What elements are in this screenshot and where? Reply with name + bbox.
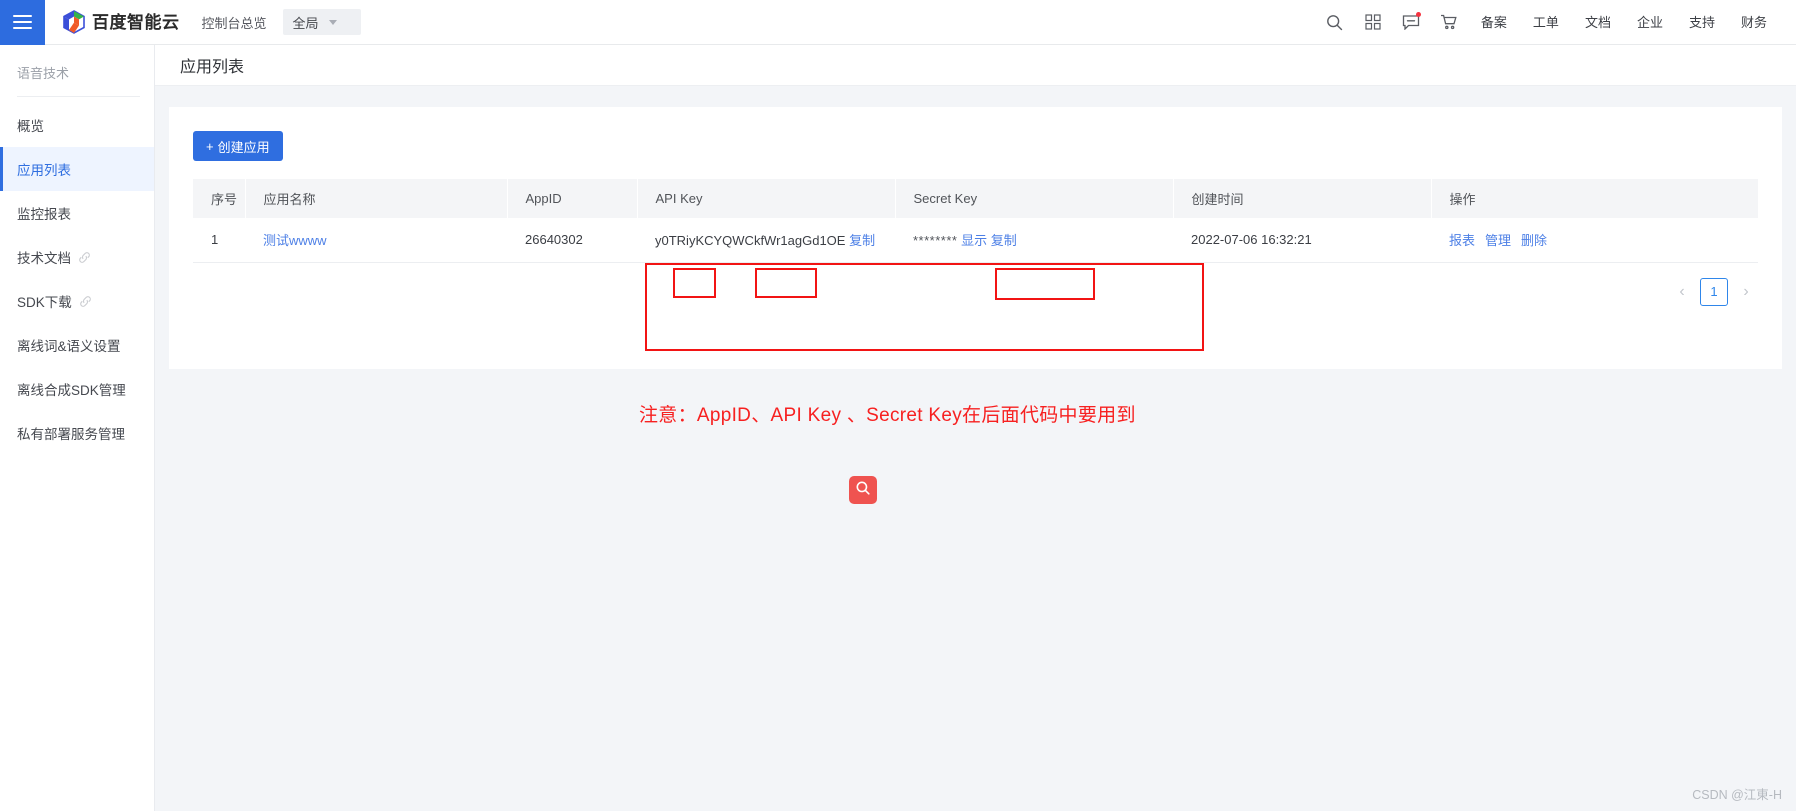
header-link-beian[interactable]: 备案 [1468,0,1520,45]
sidebar-item-label: 应用列表 [17,163,71,178]
sidebar-item-offline-tts-sdk[interactable]: 离线合成SDK管理 [0,367,154,411]
brand-name: 百度智能云 [92,12,180,32]
header-link-support[interactable]: 支持 [1676,0,1728,45]
header-link-ticket[interactable]: 工单 [1520,0,1572,45]
app-list-table: 序号 应用名称 AppID API Key Secret Key 创建时间 操作… [193,179,1758,263]
delete-link[interactable]: 删除 [1521,230,1547,249]
cell-created-at: 2022-07-06 16:32:21 [1173,218,1431,263]
api-key-copy-link[interactable]: 复制 [849,233,875,248]
baidu-cloud-logo-icon [63,10,85,34]
pagination-next-icon[interactable]: › [1740,283,1752,300]
sidebar-item-label: 离线合成SDK管理 [17,383,126,398]
app-list-card: + 创建应用 序号 应用名称 AppID API Key Secret Key … [169,107,1782,369]
cell-app-id: 26640302 [507,218,637,263]
sidebar-item-label: SDK下载 [17,295,72,310]
cart-icon[interactable] [1430,0,1468,45]
sidebar-item-app-list[interactable]: 应用列表 [0,147,154,191]
red-search-button[interactable] [849,476,877,504]
header-link-docs[interactable]: 文档 [1572,0,1624,45]
hamburger-icon[interactable] [0,0,45,45]
column-header-operations: 操作 [1431,179,1758,218]
secret-key-show-link[interactable]: 显示 [961,233,987,248]
sidebar-item-label: 离线词&语义设置 [17,339,121,354]
sidebar-item-offline-semantics[interactable]: 离线词&语义设置 [0,323,154,367]
sidebar-item-monitor-report[interactable]: 监控报表 [0,191,154,235]
api-key-value: y0TRiyKCYQWCkfWr1agGd1OE [655,233,846,249]
plus-icon: + [206,138,214,154]
app-name-link[interactable]: 测试wwww [263,233,327,248]
create-app-button-label: 创建应用 [217,139,270,155]
column-header-secretkey: Secret Key [895,179,1174,218]
pagination-prev-icon[interactable]: ‹ [1676,283,1688,300]
create-app-button[interactable]: + 创建应用 [193,131,283,161]
annotation-note-text: 注意：AppID、API Key 、Secret Key在后面代码中要用到 [639,405,1136,426]
cell-api-key: y0TRiyKCYQWCkfWr1agGd1OE 复制 [637,218,895,263]
table-header: 序号 应用名称 AppID API Key Secret Key 创建时间 操作 [193,179,1758,218]
cell-app-name: 测试wwww [245,218,507,263]
chevron-down-icon [328,19,337,25]
hamburger-bar [13,21,32,23]
magnifier-icon [855,480,871,501]
header-actions: 备案 工单 文档 企业 支持 财务 [1316,0,1796,45]
sidebar-item-tech-docs[interactable]: 技术文档 [0,235,154,279]
scope-selector[interactable]: 全局 [282,9,361,35]
header-link-finance[interactable]: 财务 [1728,0,1780,45]
column-header-appname: 应用名称 [245,179,508,218]
column-header-createtime: 创建时间 [1173,179,1432,218]
hamburger-bar [13,27,32,29]
brand-logo-link[interactable]: 百度智能云 [63,10,180,34]
sidebar: 语音技术 概览 应用列表 监控报表 技术文档 SDK下载 离线词&语义设置 离线… [0,45,155,811]
sidebar-item-overview[interactable]: 概览 [0,103,154,147]
sidebar-item-label: 技术文档 [17,251,71,266]
external-link-icon [79,295,92,308]
pagination: ‹ 1 › [169,277,1752,307]
column-header-index: 序号 [193,179,246,218]
sidebar-item-label: 私有部署服务管理 [17,427,125,442]
sidebar-item-sdk-download[interactable]: SDK下载 [0,279,154,323]
sidebar-item-private-deploy[interactable]: 私有部署服务管理 [0,411,154,455]
hamburger-bar [13,15,32,17]
page-title: 应用列表 [180,59,245,76]
apps-grid-icon[interactable] [1354,0,1392,45]
secret-key-copy-link[interactable]: 复制 [991,233,1017,248]
cell-operations: 报表 管理 删除 [1431,218,1758,263]
main-content: 应用列表 + 创建应用 序号 应用名称 AppID API Key Secret… [155,45,1796,811]
header-link-enterprise[interactable]: 企业 [1624,0,1676,45]
column-header-apikey: API Key [637,179,896,218]
csdn-watermark: CSDN @江東-H [1692,788,1782,802]
message-icon[interactable] [1392,0,1430,45]
operation-links: 报表 管理 删除 [1449,230,1757,249]
secret-key-masked-value: ******** [913,233,958,249]
scope-selector-value: 全局 [292,15,319,31]
table-body: 1 测试wwww 26640302 y0TRiyKCYQWCkfWr1agGd1… [193,218,1758,263]
search-icon[interactable] [1316,0,1354,45]
sidebar-item-label: 监控报表 [17,207,71,222]
column-header-appid: AppID [507,179,638,218]
console-overview-link[interactable]: 控制台总览 [202,13,267,32]
external-link-icon [78,251,91,264]
manage-link[interactable]: 管理 [1485,230,1511,249]
page-root: 百度智能云 控制台总览 全局 备案 工单 文档 企业 支持 财务 语音技术 概览… [0,0,1796,811]
table-row: 1 测试wwww 26640302 y0TRiyKCYQWCkfWr1agGd1… [193,218,1758,263]
cell-index: 1 [193,218,245,263]
report-link[interactable]: 报表 [1449,230,1475,249]
table-header-row: 序号 应用名称 AppID API Key Secret Key 创建时间 操作 [193,179,1758,218]
pagination-page-1[interactable]: 1 [1700,277,1728,306]
page-title-bar: 应用列表 [155,45,1796,86]
sidebar-divider [17,96,140,97]
sidebar-item-label: 概览 [17,119,44,134]
cell-secret-key: ******** 显示 复制 [895,218,1173,263]
top-header: 百度智能云 控制台总览 全局 备案 工单 文档 企业 支持 财务 [0,0,1796,45]
notification-badge-dot [1415,11,1421,17]
sidebar-title: 语音技术 [17,66,70,81]
